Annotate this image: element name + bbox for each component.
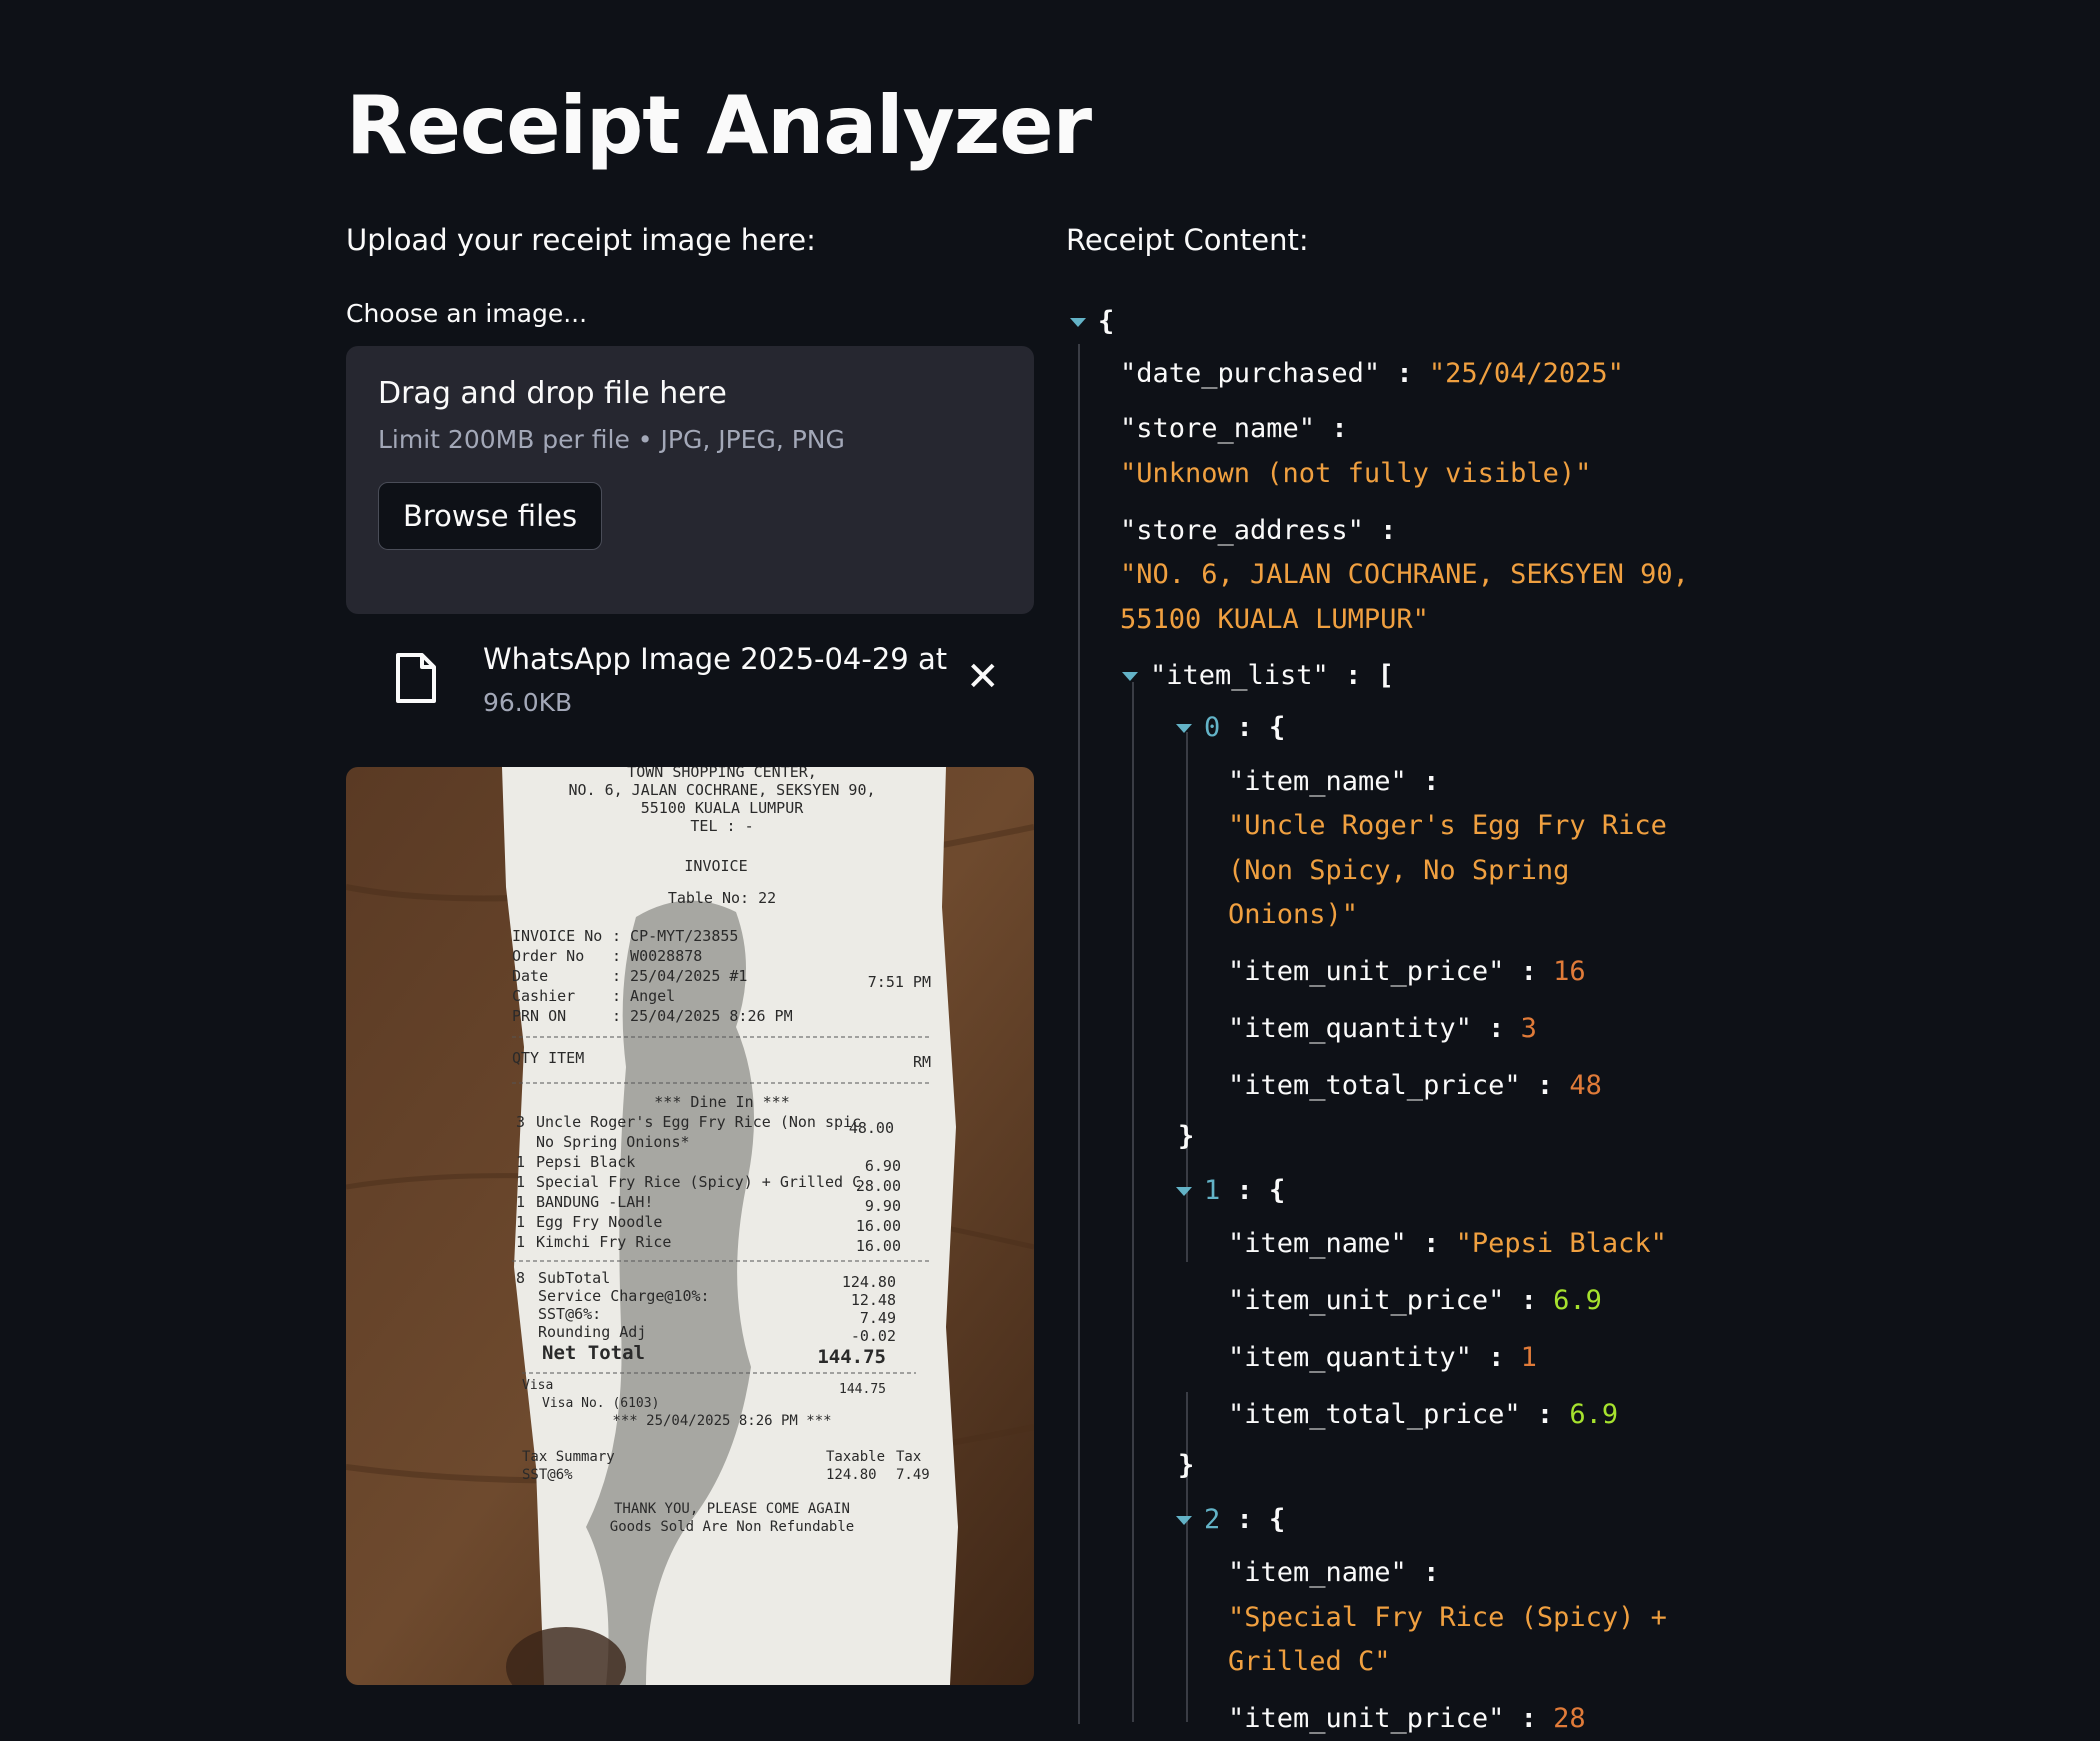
receipt-image: TOWN SHOPPING CENTER, NO. 6, JALAN COCHR… <box>346 767 1034 1685</box>
svg-text:Tax Summary: Tax Summary <box>522 1449 615 1465</box>
svg-text:9.90: 9.90 <box>865 1197 901 1215</box>
svg-text:7:51 PM: 7:51 PM <box>868 973 931 991</box>
svg-text:*** Dine In ***: *** Dine In *** <box>654 1093 789 1111</box>
file-icon <box>396 653 436 703</box>
svg-text:Tax: Tax <box>896 1449 921 1465</box>
svg-text:1: 1 <box>516 1153 525 1171</box>
uploader-label: Choose an image... <box>346 299 588 328</box>
svg-text:Table No: 22: Table No: 22 <box>668 889 776 907</box>
svg-text:7.49: 7.49 <box>896 1467 930 1483</box>
svg-text:Net Total: Net Total <box>542 1342 645 1364</box>
uploaded-file: WhatsApp Image 2025-04-29 at 9.… 96.0KB … <box>346 636 1034 736</box>
svg-text:SST@6%:: SST@6%: <box>538 1305 601 1323</box>
svg-text:16.00: 16.00 <box>856 1217 901 1235</box>
svg-text:Rounding Adj: Rounding Adj <box>538 1323 646 1341</box>
svg-text:SubTotal: SubTotal <box>538 1269 610 1287</box>
svg-text:8: 8 <box>516 1269 525 1287</box>
svg-text:*** 25/04/2025 8:26 PM ***: *** 25/04/2025 8:26 PM *** <box>612 1413 831 1429</box>
upload-subheader: Upload your receipt image here: <box>346 223 816 257</box>
svg-text:No Spring Onions*: No Spring Onions* <box>536 1133 690 1151</box>
svg-text:Pepsi Black: Pepsi Black <box>536 1153 635 1171</box>
svg-text:: W0028878: : W0028878 <box>612 947 702 965</box>
receipt-content-title: Receipt Content: <box>1066 223 1309 257</box>
svg-text:Goods Sold Are Non Refundable: Goods Sold Are Non Refundable <box>610 1519 854 1535</box>
svg-text:PRN ON: PRN ON <box>512 1007 566 1025</box>
svg-text:-0.02: -0.02 <box>851 1327 896 1345</box>
svg-text:: Angel: : Angel <box>612 987 675 1005</box>
close-icon[interactable]: ✕ <box>966 654 1000 700</box>
svg-text:124.80: 124.80 <box>842 1273 896 1291</box>
svg-text:: CP-MYT/23855: : CP-MYT/23855 <box>612 927 738 945</box>
svg-text:1: 1 <box>516 1173 525 1191</box>
svg-text:144.75: 144.75 <box>839 1382 886 1397</box>
svg-text:THANK YOU, PLEASE COME AGAIN: THANK YOU, PLEASE COME AGAIN <box>614 1501 850 1517</box>
svg-text:28.00: 28.00 <box>856 1177 901 1195</box>
svg-text:TEL : -: TEL : - <box>690 817 753 835</box>
svg-text:Cashier: Cashier <box>512 987 575 1005</box>
svg-text:Egg Fry Noodle: Egg Fry Noodle <box>536 1213 662 1231</box>
svg-text:Date: Date <box>512 967 548 985</box>
svg-text:RM: RM <box>913 1053 931 1071</box>
dropzone-title: Drag and drop file here <box>378 376 727 411</box>
svg-text:BANDUNG -LAH!: BANDUNG -LAH! <box>536 1193 653 1211</box>
svg-text:Taxable: Taxable <box>826 1449 885 1465</box>
item-1-toggle[interactable]: 1 : { <box>1176 1169 1285 1213</box>
svg-text:55100 KUALA LUMPUR: 55100 KUALA LUMPUR <box>641 799 805 817</box>
file-dropzone[interactable]: Drag and drop file here Limit 200MB per … <box>346 346 1034 614</box>
svg-text:NO. 6, JALAN COCHRANE, SEKSYEN: NO. 6, JALAN COCHRANE, SEKSYEN 90, <box>568 781 875 799</box>
upload-column: Upload your receipt image here: Choose a… <box>346 218 1034 1685</box>
svg-text:: 25/04/2025 #1: : 25/04/2025 #1 <box>612 967 747 985</box>
svg-text:SST@6%: SST@6% <box>522 1467 573 1483</box>
chevron-down-icon[interactable] <box>1176 724 1192 733</box>
receipt-content-column: Receipt Content: <box>1066 218 1766 262</box>
file-name: WhatsApp Image 2025-04-29 at 9.… <box>483 642 957 676</box>
chevron-down-icon[interactable] <box>1122 672 1138 681</box>
svg-text:Visa No. (6103): Visa No. (6103) <box>542 1396 659 1411</box>
item-2-toggle[interactable]: 2 : { <box>1176 1498 1285 1542</box>
svg-text:Order No: Order No <box>512 947 584 965</box>
svg-text:48.00: 48.00 <box>849 1119 894 1137</box>
json-root-toggle[interactable]: { <box>1070 300 1114 344</box>
svg-text:Visa: Visa <box>522 1378 553 1393</box>
svg-text:: 25/04/2025 8:26 PM: : 25/04/2025 8:26 PM <box>612 1007 793 1025</box>
svg-text:124.80: 124.80 <box>826 1467 877 1483</box>
svg-text:3: 3 <box>516 1113 525 1131</box>
svg-text:1: 1 <box>516 1213 525 1231</box>
dropzone-limit: Limit 200MB per file • JPG, JPEG, PNG <box>378 425 845 454</box>
svg-text:144.75: 144.75 <box>817 1346 886 1368</box>
svg-text:7.49: 7.49 <box>860 1309 896 1327</box>
svg-text:Uncle Roger's Egg Fry Rice (No: Uncle Roger's Egg Fry Rice (Non spic <box>536 1113 861 1131</box>
browse-files-button[interactable]: Browse files <box>378 482 603 550</box>
svg-text:1: 1 <box>516 1233 525 1251</box>
item-0-toggle[interactable]: 0 : { <box>1176 706 1285 750</box>
chevron-down-icon[interactable] <box>1070 318 1086 327</box>
svg-text:QTY ITEM: QTY ITEM <box>512 1049 584 1067</box>
page-title: Receipt Analyzer <box>346 79 1092 172</box>
svg-text:12.48: 12.48 <box>851 1291 896 1309</box>
chevron-down-icon[interactable] <box>1176 1187 1192 1196</box>
svg-text:16.00: 16.00 <box>856 1237 901 1255</box>
item-list-toggle[interactable]: "item_list" : [ <box>1122 654 1394 698</box>
file-size: 96.0KB <box>483 688 573 717</box>
svg-text:Kimchi Fry Rice: Kimchi Fry Rice <box>536 1233 671 1251</box>
svg-text:Service Charge@10%:: Service Charge@10%: <box>538 1287 710 1305</box>
svg-text:INVOICE: INVOICE <box>684 857 747 875</box>
svg-text:INVOICE No: INVOICE No <box>512 927 602 945</box>
svg-text:6.90: 6.90 <box>865 1157 901 1175</box>
chevron-down-icon[interactable] <box>1176 1516 1192 1525</box>
svg-text:1: 1 <box>516 1193 525 1211</box>
svg-text:Special Fry Rice (Spicy) + Gri: Special Fry Rice (Spicy) + Grilled C <box>536 1173 861 1191</box>
svg-text:TOWN SHOPPING CENTER,: TOWN SHOPPING CENTER, <box>627 767 817 781</box>
